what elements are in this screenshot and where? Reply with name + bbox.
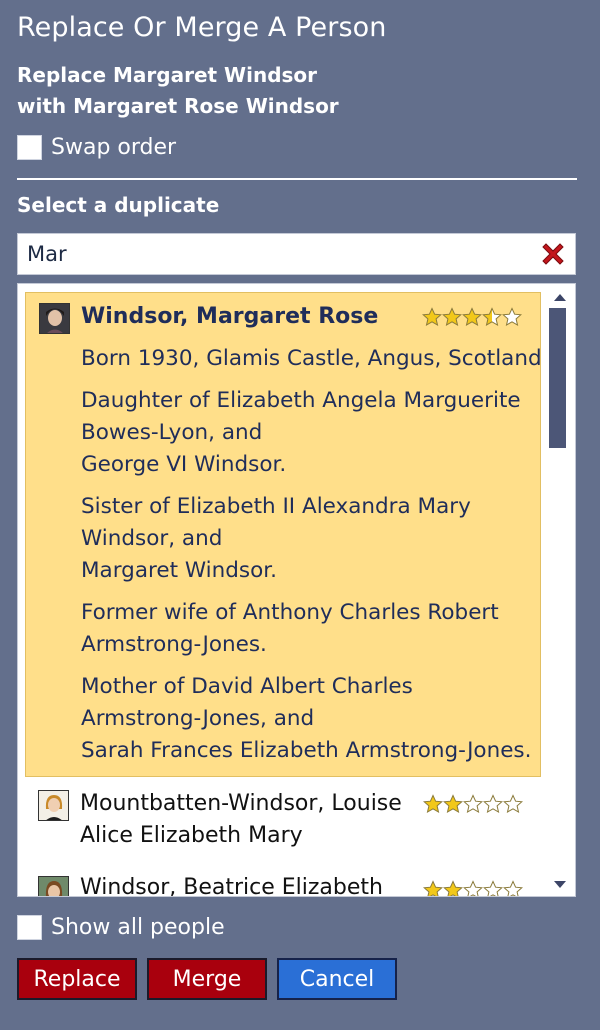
item-detail: Sarah Frances Elizabeth Armstrong-Jones. xyxy=(81,738,532,763)
item-detail: Former wife of Anthony Charles Robert xyxy=(81,600,499,625)
star-empty-icon xyxy=(463,880,483,896)
item-detail: Daughter of Elizabeth Angela Marguerite xyxy=(81,388,521,413)
item-detail: Armstrong-Jones. xyxy=(81,632,267,657)
show-all-label[interactable]: Show all people xyxy=(51,915,225,940)
search-input[interactable] xyxy=(18,234,518,274)
swap-order-label[interactable]: Swap order xyxy=(51,135,176,160)
scroll-up-icon[interactable] xyxy=(553,292,567,302)
star-filled-icon xyxy=(443,880,463,896)
page-title: Replace Or Merge A Person xyxy=(17,12,387,43)
list-item[interactable]: Windsor, Margaret Rose Born 1930, Glamis… xyxy=(25,292,542,777)
star-empty-icon xyxy=(503,880,523,896)
star-empty-icon xyxy=(483,880,503,896)
scrollbar-thumb[interactable] xyxy=(549,308,566,448)
show-all-row[interactable]: Show all people xyxy=(17,915,225,940)
star-filled-icon xyxy=(462,307,482,327)
item-detail: George VI Windsor. xyxy=(81,452,287,477)
star-empty-icon xyxy=(503,794,523,814)
search-box[interactable] xyxy=(17,233,576,275)
subtitle-line-2: with Margaret Rose Windsor xyxy=(17,94,339,118)
show-all-checkbox[interactable] xyxy=(17,915,42,940)
star-filled-icon xyxy=(442,307,462,327)
list-item[interactable]: Mountbatten-Windsor, Louise Alice Elizab… xyxy=(25,784,541,860)
rating-stars xyxy=(423,794,523,814)
star-filled-icon xyxy=(423,794,443,814)
star-empty-icon xyxy=(463,794,483,814)
divider xyxy=(17,178,577,180)
list-item[interactable]: Windsor, Beatrice Elizabeth xyxy=(25,868,541,897)
item-name: Windsor, Margaret Rose xyxy=(81,304,379,329)
star-filled-icon xyxy=(422,307,442,327)
swap-order-row[interactable]: Swap order xyxy=(17,135,176,160)
item-detail: Windsor, and xyxy=(81,526,223,551)
cancel-button[interactable]: Cancel xyxy=(277,958,397,1000)
merge-button[interactable]: Merge xyxy=(147,958,267,1000)
rating-stars xyxy=(423,880,523,896)
avatar xyxy=(39,303,70,334)
avatar xyxy=(38,876,69,896)
item-detail: Sister of Elizabeth II Alexandra Mary xyxy=(81,494,471,519)
clear-x-icon[interactable] xyxy=(540,241,566,267)
star-empty-icon xyxy=(502,307,522,327)
item-detail: Armstrong-Jones, and xyxy=(81,706,315,731)
item-detail: Bowes-Lyon, and xyxy=(81,420,263,445)
item-name-line-1: Mountbatten-Windsor, Louise xyxy=(80,791,402,816)
replace-button[interactable]: Replace xyxy=(17,958,137,1000)
duplicate-list[interactable]: Windsor, Margaret Rose Born 1930, Glamis… xyxy=(17,283,576,897)
item-detail: Mother of David Albert Charles xyxy=(81,674,413,699)
item-detail: Born 1930, Glamis Castle, Angus, Scotlan… xyxy=(81,346,542,371)
rating-stars xyxy=(422,307,522,327)
star-filled-icon xyxy=(423,880,443,896)
avatar xyxy=(38,790,69,821)
scroll-down-icon[interactable] xyxy=(553,880,567,890)
star-filled-icon xyxy=(482,307,502,327)
item-name-line-2: Alice Elizabeth Mary xyxy=(80,823,303,848)
subtitle-line-1: Replace Margaret Windsor xyxy=(17,63,318,87)
swap-order-checkbox[interactable] xyxy=(17,135,42,160)
select-duplicate-label: Select a duplicate xyxy=(17,193,220,217)
dialog-subtitle: Replace Margaret Windsor with Margaret R… xyxy=(17,60,339,122)
star-empty-icon xyxy=(483,794,503,814)
item-detail: Margaret Windsor. xyxy=(81,558,277,583)
item-name: Windsor, Beatrice Elizabeth xyxy=(80,875,383,897)
star-filled-icon xyxy=(443,794,463,814)
